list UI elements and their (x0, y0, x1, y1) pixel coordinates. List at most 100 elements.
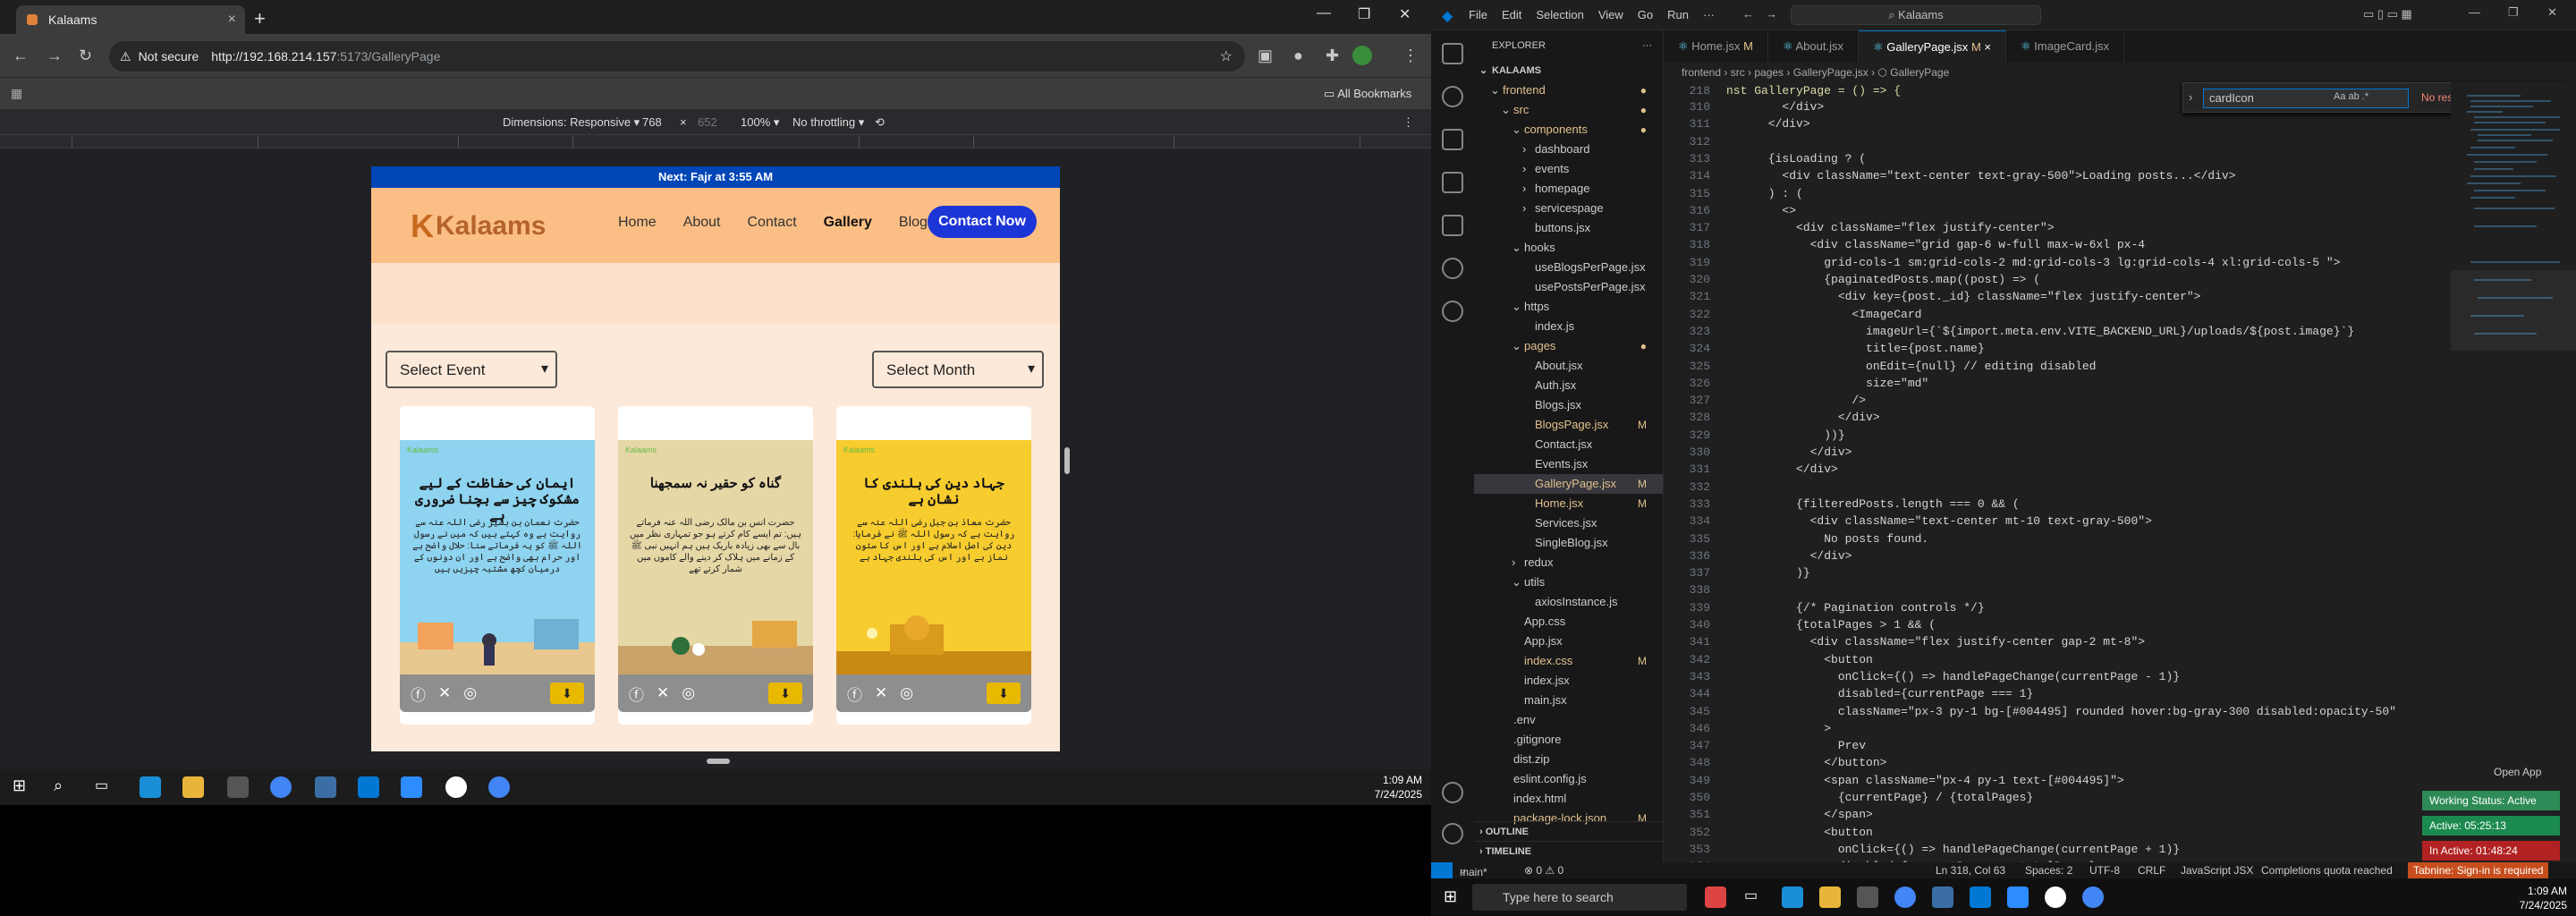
code-line[interactable]: <span className="px-4 py-1 text-[#004495… (1726, 774, 2123, 787)
menu-go[interactable]: Go (1638, 8, 1653, 21)
code-line[interactable]: </div> (1726, 100, 1824, 114)
code-line[interactable]: {/* Pagination controls */} (1726, 601, 1985, 615)
tree-item[interactable]: index.html (1474, 789, 1663, 809)
tab-about-jsx[interactable]: ⚛ About.jsx (1768, 30, 1859, 63)
open-app-link[interactable]: Open App (2494, 766, 2541, 778)
code-line[interactable]: <div className="text-center mt-10 text-g… (1726, 514, 2152, 528)
gallery-card[interactable]: Kalaams ایمان کی حفاظت کے لیے مشکوک چیز … (400, 406, 595, 725)
maximize-icon[interactable]: ❐ (1358, 5, 1370, 23)
nav-home[interactable]: Home (618, 215, 657, 231)
copilot-quota[interactable]: Completions quota reached (2261, 864, 2393, 877)
vscode-icon[interactable] (358, 776, 379, 798)
task-view-icon[interactable]: ▭ (95, 776, 116, 798)
file-explorer-icon[interactable] (1819, 886, 1841, 908)
chrome-icon[interactable] (1894, 886, 1916, 908)
chrome-icon[interactable] (270, 776, 292, 798)
minimize-icon[interactable]: — (1317, 5, 1331, 21)
app-icon[interactable] (1705, 886, 1726, 908)
chrome-icon-2[interactable] (488, 776, 510, 798)
device-menu-icon[interactable]: ⋮ (1402, 115, 1414, 130)
left-clock[interactable]: 1:09 AM 7/24/2025 (1375, 773, 1422, 802)
task-view-icon[interactable]: ▭ (1744, 886, 1766, 908)
tree-item[interactable]: ⌄ components ● (1474, 120, 1663, 140)
right-clock[interactable]: 1:09 AM 7/24/2025 (2520, 884, 2567, 912)
code-line[interactable]: </div> (1726, 462, 1838, 476)
code-line[interactable]: <div className="flex justify-center gap-… (1726, 635, 2145, 649)
language-mode[interactable]: JavaScript JSX (2181, 864, 2253, 877)
tree-item[interactable]: index.jsx (1474, 671, 1663, 691)
instagram-icon[interactable]: ◎ (463, 684, 477, 702)
tree-item[interactable]: ⌄ hooks (1474, 238, 1663, 258)
code-line[interactable]: grid-cols-1 sm:grid-cols-2 md:grid-cols-… (1726, 256, 2340, 269)
encoding-setting[interactable]: UTF-8 (2089, 864, 2120, 877)
code-line[interactable]: {currentPage} / {totalPages} (1726, 791, 2033, 804)
close-tab-icon[interactable]: × (228, 12, 236, 28)
menu-edit[interactable]: Edit (1502, 8, 1521, 21)
tree-item[interactable]: ⌄ pages ● (1474, 336, 1663, 356)
close-window-icon[interactable]: ✕ (2547, 5, 2557, 20)
code-line[interactable]: size="md" (1726, 377, 1928, 390)
eol-setting[interactable]: CRLF (2138, 864, 2165, 877)
menu-view[interactable]: View (1598, 8, 1623, 21)
extension-icon-2[interactable]: ● (1293, 47, 1303, 65)
tree-item[interactable]: dist.zip (1474, 750, 1663, 769)
app-icon-3[interactable] (2045, 886, 2066, 908)
zoom-icon[interactable] (2007, 886, 2029, 908)
tab-gallerypage-jsx[interactable]: ⚛ GalleryPage.jsx M × (1858, 30, 2006, 63)
breadcrumb[interactable]: frontend › src › pages › GalleryPage.jsx… (1664, 63, 2576, 82)
width-field[interactable]: 768 (642, 115, 662, 129)
file-explorer-icon[interactable] (182, 776, 204, 798)
code-line[interactable]: onClick={() => handlePageChange(currentP… (1726, 670, 2180, 683)
code-line[interactable]: {totalPages > 1 && ( (1726, 618, 1936, 632)
tree-item[interactable]: About.jsx (1474, 356, 1663, 376)
code-line[interactable]: <div className="grid gap-6 w-full max-w-… (1726, 238, 2145, 251)
windows-start-icon[interactable]: ⊞ (1444, 887, 1457, 906)
code-line[interactable]: /> (1726, 394, 1866, 407)
close-tab-icon[interactable]: × (1984, 40, 1991, 54)
code-line[interactable]: No posts found. (1726, 532, 1928, 546)
x-twitter-icon[interactable]: ✕ (438, 684, 451, 702)
facebook-icon[interactable]: ⓕ (847, 683, 862, 705)
store-icon[interactable] (227, 776, 249, 798)
profile-avatar[interactable] (1352, 46, 1372, 65)
cursor-position[interactable]: Ln 318, Col 63 (1936, 864, 2005, 877)
facebook-icon[interactable]: ⓕ (411, 683, 426, 705)
explorer-icon[interactable] (1442, 43, 1463, 64)
download-button[interactable]: ⬇ (987, 683, 1021, 704)
code-line[interactable]: {isLoading ? ( (1726, 152, 1866, 165)
tree-item[interactable]: Home.jsx M (1474, 494, 1663, 513)
settings-gear-icon[interactable] (1442, 823, 1463, 844)
nav-back-icon[interactable]: ← (1742, 7, 1754, 21)
tree-item[interactable]: ⌄ frontend ● (1474, 81, 1663, 100)
code-line[interactable]: <div className="text-center text-gray-50… (1726, 169, 2235, 182)
tree-item[interactable]: index.js (1474, 317, 1663, 336)
tree-item[interactable]: Events.jsx (1474, 454, 1663, 474)
gallery-card[interactable]: Kalaams جہاد دین کی بلندی کا نشان ہے حضر… (836, 406, 1031, 725)
tree-item[interactable]: › dashboard (1474, 140, 1663, 159)
instagram-icon[interactable]: ◎ (682, 684, 695, 702)
outline-section[interactable]: › OUTLINE (1474, 821, 1664, 841)
tree-item[interactable]: ⌄ https (1474, 297, 1663, 317)
tree-item[interactable]: › homepage (1474, 179, 1663, 199)
tree-item[interactable]: .gitignore (1474, 730, 1663, 750)
code-line[interactable]: ))} (1726, 428, 1844, 442)
app-icon-2[interactable] (445, 776, 467, 798)
match-options-icon[interactable]: Aa ab .* (2334, 91, 2368, 102)
layout-icon[interactable]: ▭ ▯ ▭ ▦ (2363, 7, 2412, 21)
code-line[interactable]: onClick={() => handlePageChange(currentP… (1726, 843, 2180, 856)
extensions-puzzle-icon[interactable]: ✚ (1326, 47, 1339, 65)
indent-setting[interactable]: Spaces: 2 (2025, 864, 2072, 877)
menu-file[interactable]: File (1469, 8, 1487, 21)
nav-about[interactable]: About (683, 215, 721, 231)
menu-run[interactable]: Run (1667, 8, 1689, 21)
bookmark-star-icon[interactable]: ☆ (1220, 47, 1233, 65)
tree-item[interactable]: Auth.jsx (1474, 376, 1663, 395)
nav-gallery[interactable]: Gallery (824, 215, 872, 231)
tree-item[interactable]: SingleBlog.jsx (1474, 533, 1663, 553)
code-line[interactable]: {paginatedPosts.map((post) => ( (1726, 273, 2040, 286)
code-line[interactable]: </div> (1726, 117, 1810, 131)
throttle-dropdown[interactable]: No throttling ▾ (792, 115, 864, 130)
search-icon[interactable] (1442, 86, 1463, 107)
code-line[interactable]: ) : ( (1726, 187, 1803, 200)
tree-item[interactable]: › events (1474, 159, 1663, 179)
